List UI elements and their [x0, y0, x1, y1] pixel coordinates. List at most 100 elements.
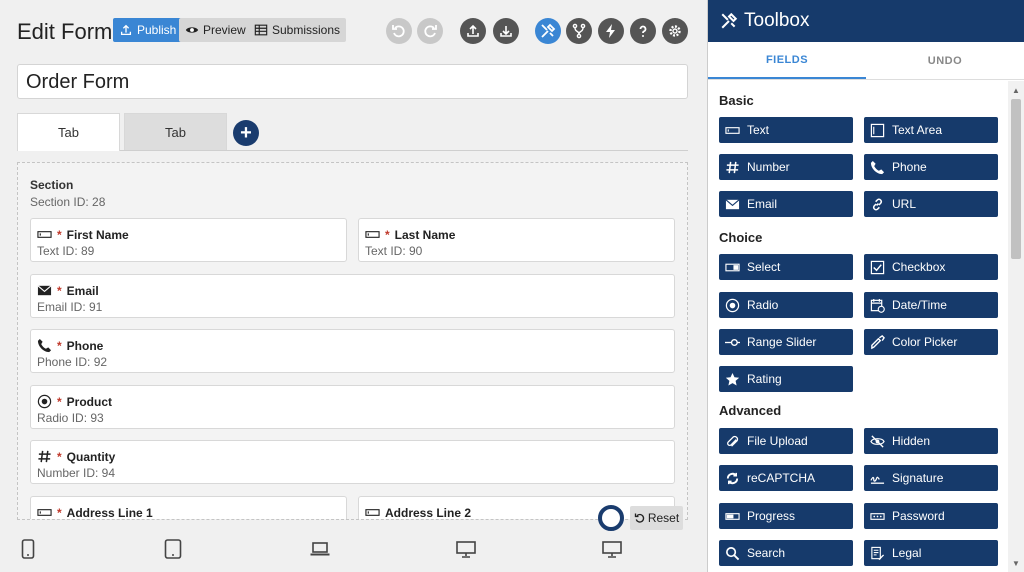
device-phone-button[interactable] [21, 539, 35, 559]
device-wide-button[interactable] [602, 541, 622, 558]
preview-button[interactable]: Preview [179, 18, 252, 42]
scrollbar-thumb[interactable] [1011, 99, 1021, 259]
tool-radio[interactable]: Radio [719, 292, 853, 318]
import-button[interactable] [493, 18, 519, 44]
tool-password[interactable]: Password [864, 503, 998, 529]
field-quantity[interactable]: * Quantity Number ID: 94 [30, 440, 675, 484]
undo-button[interactable] [386, 18, 412, 44]
tab-2[interactable]: Tab [124, 113, 227, 151]
gear-icon [669, 25, 681, 37]
tool-text[interactable]: Text [719, 117, 853, 143]
recaptcha-icon [726, 472, 739, 484]
field-label: Address Line 2 [385, 505, 472, 520]
field-meta: Radio ID: 93 [37, 411, 104, 425]
lightning-icon [606, 24, 615, 38]
toolbox-toggle-button[interactable] [535, 18, 561, 44]
add-tab-button[interactable]: + [233, 120, 259, 146]
tool-range-slider[interactable]: Range Slider [719, 329, 853, 355]
reset-button[interactable]: Reset [630, 506, 683, 530]
envelope-icon [37, 285, 52, 296]
toolbox-tabs: FIELDS UNDO [708, 42, 1024, 80]
submissions-button[interactable]: Submissions [248, 18, 347, 42]
field-label: Phone [66, 338, 104, 353]
field-label: Last Name [394, 227, 456, 242]
tool-color-picker[interactable]: Color Picker [864, 329, 998, 355]
calendar-icon [870, 298, 885, 313]
text-field-icon [37, 509, 52, 516]
fork-icon [572, 23, 586, 39]
form-name-input[interactable]: Order Form [17, 64, 688, 99]
undo-icon [392, 25, 405, 38]
tool-checkbox[interactable]: Checkbox [864, 254, 998, 280]
envelope-icon [725, 198, 740, 209]
upload-icon [120, 24, 132, 36]
eye-slash-icon [870, 434, 885, 448]
field-label: Product [66, 394, 113, 409]
tool-number[interactable]: Number [719, 154, 853, 180]
preview-label: Preview [203, 23, 246, 37]
tool-file-upload[interactable]: File Upload [719, 428, 853, 454]
form-canvas[interactable]: Section Section ID: 28 * First Name Text … [17, 162, 688, 520]
field-address-line-2[interactable]: Address Line 2 [358, 496, 675, 520]
table-icon [254, 24, 268, 36]
tool-legal[interactable]: Legal [864, 540, 998, 566]
scroll-up-icon[interactable]: ▲ [1008, 83, 1024, 97]
tool-signature[interactable]: Signature [864, 465, 998, 491]
progress-icon [725, 512, 740, 520]
field-first-name[interactable]: * First Name Text ID: 89 [30, 218, 347, 262]
tool-phone[interactable]: Phone [864, 154, 998, 180]
tool-email[interactable]: Email [719, 191, 853, 217]
device-desktop-button[interactable] [456, 541, 476, 558]
field-phone[interactable]: * Phone Phone ID: 92 [30, 329, 675, 373]
device-tablet-button[interactable] [164, 539, 182, 559]
laptop-icon [310, 542, 330, 556]
export-icon [467, 24, 479, 37]
actions-button[interactable] [598, 18, 624, 44]
tool-search[interactable]: Search [719, 540, 853, 566]
text-field-icon [725, 126, 740, 134]
field-address-line-1[interactable]: * Address Line 1 [30, 496, 347, 520]
toolbox-scrollbar[interactable]: ▲ ▼ [1008, 81, 1024, 572]
submissions-label: Submissions [272, 23, 341, 37]
tools-icon [541, 23, 556, 38]
tab-fields[interactable]: FIELDS [708, 42, 866, 79]
tab-1[interactable]: Tab [17, 113, 120, 151]
export-button[interactable] [460, 18, 486, 44]
logic-button[interactable] [566, 18, 592, 44]
tool-text-area[interactable]: Text Area [864, 117, 998, 143]
field-last-name[interactable]: * Last Name Text ID: 90 [358, 218, 675, 262]
field-label: First Name [66, 227, 129, 242]
device-preview-bar [0, 533, 707, 572]
settings-button[interactable] [662, 18, 688, 44]
hash-icon [726, 161, 739, 173]
category-basic: Basic [719, 93, 754, 108]
search-icon [726, 546, 740, 560]
field-email[interactable]: * Email Email ID: 91 [30, 274, 675, 318]
field-meta: Number ID: 94 [37, 466, 116, 480]
scroll-down-icon[interactable]: ▼ [1008, 556, 1024, 570]
field-meta: Phone ID: 92 [37, 355, 108, 369]
loading-spinner [598, 505, 624, 531]
publish-button[interactable]: Publish [113, 18, 183, 42]
tool-hidden[interactable]: Hidden [864, 428, 998, 454]
tool-progress[interactable]: Progress [719, 503, 853, 529]
radio-icon [725, 298, 740, 312]
eye-icon [185, 27, 199, 33]
tool-rating[interactable]: Rating [719, 366, 853, 392]
device-laptop-button[interactable] [310, 542, 330, 556]
text-field-icon [365, 509, 380, 516]
field-label: Address Line 1 [66, 505, 153, 520]
tool-select[interactable]: Select [719, 254, 853, 280]
tool-recaptcha[interactable]: reCAPTCHA [719, 465, 853, 491]
required-marker: * [57, 338, 62, 353]
tool-date-time[interactable]: Date/Time [864, 292, 998, 318]
redo-button[interactable] [417, 18, 443, 44]
field-product[interactable]: * Product Radio ID: 93 [30, 385, 675, 429]
toolbox-fields-list: Basic Text Text Area Number Phone Email … [708, 81, 1008, 572]
tool-url[interactable]: URL [864, 191, 998, 217]
radio-icon [37, 394, 52, 409]
tab-undo[interactable]: UNDO [866, 42, 1024, 79]
category-choice: Choice [719, 230, 763, 245]
star-icon [725, 372, 740, 385]
help-button[interactable] [630, 18, 656, 44]
